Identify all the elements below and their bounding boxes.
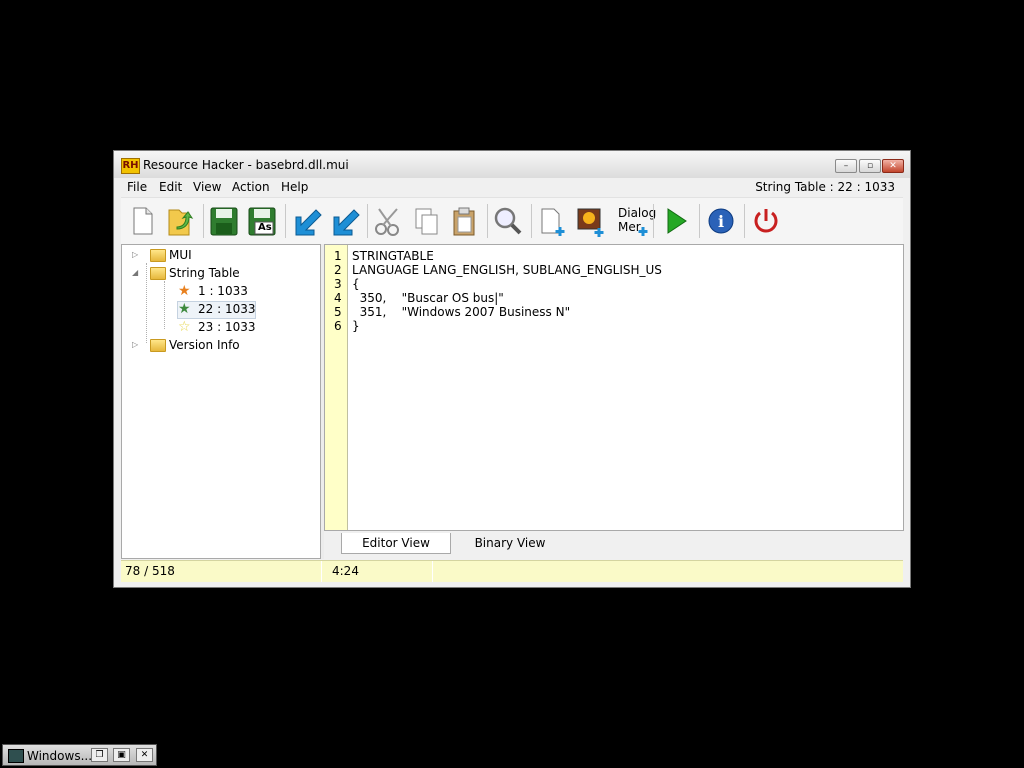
close-button[interactable]: ✕: [136, 748, 153, 762]
new-icon[interactable]: [125, 203, 159, 239]
menu-view[interactable]: View: [193, 180, 221, 194]
code-line[interactable]: LANGUAGE LANG_ENGLISH, SUBLANG_ENGLISH_U…: [352, 263, 662, 277]
folder-icon: [150, 339, 166, 352]
star-icon: ☆: [178, 319, 191, 335]
app-icon: RH: [121, 158, 140, 174]
code-line[interactable]: 351, "Windows 2007 Business N": [352, 305, 570, 319]
add-image-icon[interactable]: [573, 203, 607, 239]
status-count: 78 / 518: [125, 564, 175, 578]
window-title: Resource Hacker - basebrd.dll.mui: [143, 158, 349, 172]
save-as-label: As: [258, 222, 272, 233]
open-icon[interactable]: [163, 203, 197, 239]
code-editor[interactable]: 1 2 3 4 5 6 STRINGTABLE LANGUAGE LANG_EN…: [324, 244, 904, 531]
code-line[interactable]: 350, "Buscar OS bus|": [352, 291, 504, 305]
menu-action[interactable]: Action: [232, 180, 270, 194]
code-line[interactable]: }: [352, 319, 360, 333]
collapse-arrow-icon[interactable]: ◢: [132, 264, 142, 282]
info-icon[interactable]: i: [704, 203, 738, 239]
star-icon: ★: [178, 301, 191, 317]
menu-edit[interactable]: Edit: [159, 180, 182, 194]
restore-button[interactable]: ❐: [91, 748, 108, 762]
minimize-button[interactable]: –: [835, 159, 857, 173]
minimized-window-label: Windows...: [27, 749, 93, 763]
folder-star-icon: [150, 267, 166, 280]
menu-bar: File Edit View Action Help String Table …: [121, 178, 903, 197]
tab-editor-view[interactable]: Editor View: [341, 533, 451, 554]
main-window: RH Resource Hacker - basebrd.dll.mui – ▫…: [113, 150, 911, 588]
svg-text:i: i: [718, 212, 724, 231]
window-icon: [8, 749, 24, 763]
view-tabs: Editor View Binary View: [324, 531, 904, 559]
maximize-button[interactable]: ▫: [859, 159, 881, 173]
forward-arrow-icon[interactable]: [327, 203, 361, 239]
run-icon[interactable]: [659, 203, 693, 239]
title-bar[interactable]: RH Resource Hacker - basebrd.dll.mui – ▫…: [114, 151, 910, 178]
cut-icon[interactable]: [371, 203, 405, 239]
add-resource-icon[interactable]: [535, 203, 569, 239]
save-as-icon[interactable]: As: [245, 203, 279, 239]
code-line[interactable]: {: [352, 277, 360, 291]
power-icon[interactable]: [749, 203, 783, 239]
menu-help[interactable]: Help: [281, 180, 308, 194]
search-icon[interactable]: [491, 203, 525, 239]
menu-file[interactable]: File: [127, 180, 147, 194]
minimized-window-button[interactable]: Windows... ❐ ▣ ✕: [2, 744, 157, 766]
folder-icon: [150, 249, 166, 262]
toolbar: As Dialog Mer i: [121, 197, 903, 246]
tab-binary-view[interactable]: Binary View: [455, 533, 565, 554]
expand-arrow-icon[interactable]: ▷: [132, 246, 142, 264]
line-number-gutter: 1 2 3 4 5 6: [325, 245, 348, 530]
save-icon[interactable]: [207, 203, 241, 239]
maximize-button[interactable]: ▣: [113, 748, 130, 762]
close-button[interactable]: ✕: [882, 159, 904, 173]
resource-tree[interactable]: ▷ MUI ◢ String Table ★ 1 : 1033 ★ 22 : 1…: [121, 244, 321, 559]
status-cursor-position: 4:24: [332, 564, 359, 578]
expand-arrow-icon[interactable]: ▷: [132, 336, 142, 354]
code-line[interactable]: STRINGTABLE: [352, 249, 434, 263]
resource-status: String Table : 22 : 1033: [755, 180, 895, 194]
star-icon: ★: [178, 283, 191, 299]
paste-icon[interactable]: [447, 203, 481, 239]
copy-icon[interactable]: [409, 203, 443, 239]
add-dialog-icon[interactable]: Dialog Mer: [611, 203, 656, 239]
back-arrow-icon[interactable]: [289, 203, 323, 239]
status-bar: 78 / 518 4:24: [121, 560, 903, 582]
